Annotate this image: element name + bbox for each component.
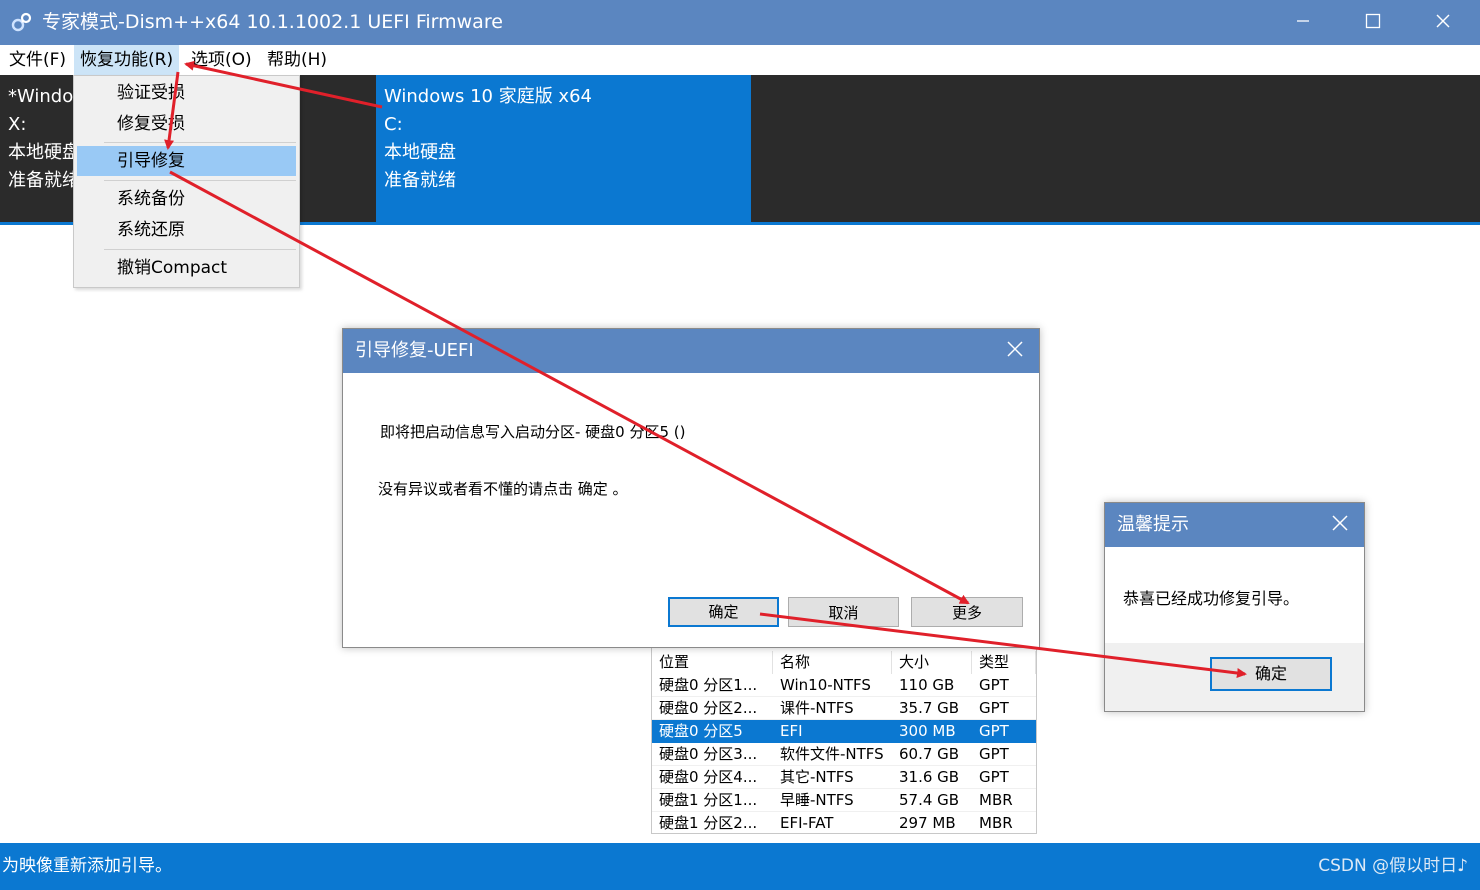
cell-name: 软件文件-NTFS	[780, 745, 884, 763]
menu-help[interactable]: 帮助(H)	[261, 45, 333, 75]
cell-type: GPT	[979, 699, 1009, 717]
table-row[interactable]: 硬盘1 分区2... EFI-FAT 297 MB MBR	[652, 812, 1036, 833]
success-dialog: 温馨提示 恭喜已经成功修复引导。 确定	[1104, 502, 1365, 712]
cell-name: 其它-NTFS	[780, 768, 854, 786]
menu-item-verify-damage[interactable]: 验证受损	[74, 78, 299, 108]
dialog-close-button[interactable]	[1318, 503, 1362, 547]
menu-item-undo-compact[interactable]: 撤销Compact	[74, 253, 299, 283]
cell-type: GPT	[979, 722, 1009, 740]
cell-size: 57.4 GB	[899, 791, 960, 809]
partition-table: 位置 名称 大小 类型 硬盘0 分区1... Win10-NTFS 110 GB GP…	[651, 647, 1037, 834]
cell-name: 早睡-NTFS	[780, 791, 854, 809]
cell-location: 硬盘0 分区3...	[659, 745, 758, 763]
status-bar: 为映像重新添加引导。 CSDN @假以时日♪	[0, 843, 1480, 890]
column-header-size[interactable]: 大小	[892, 651, 972, 674]
cell-location: 硬盘0 分区2...	[659, 699, 758, 717]
table-row[interactable]: 硬盘1 分区1... 早睡-NTFS 57.4 GB MBR	[652, 789, 1036, 812]
table-row[interactable]: 硬盘0 分区1... Win10-NTFS 110 GB GPT	[652, 674, 1036, 697]
cell-location: 硬盘1 分区1...	[659, 791, 758, 809]
minimize-icon	[1295, 13, 1311, 33]
table-row[interactable]: 硬盘0 分区5 EFI 300 MB GPT	[652, 720, 1036, 743]
more-button[interactable]: 更多	[911, 597, 1023, 627]
menu-item-system-backup[interactable]: 系统备份	[74, 184, 299, 214]
menu-separator	[104, 180, 296, 181]
system-status: 准备就绪	[8, 170, 80, 191]
menu-separator	[104, 142, 296, 143]
cell-name: Win10-NTFS	[780, 676, 871, 694]
menu-item-boot-repair[interactable]: 引导修复	[77, 146, 296, 176]
cell-size: 297 MB	[899, 814, 956, 832]
status-text: 为映像重新添加引导。	[2, 856, 172, 876]
cell-type: MBR	[979, 814, 1013, 832]
system-name: *Windo	[8, 86, 74, 107]
system-disk: 本地硬盘	[8, 142, 80, 163]
close-icon	[1435, 13, 1451, 33]
cell-location: 硬盘0 分区1...	[659, 676, 758, 694]
dialog-message-target: 即将把启动信息写入启动分区- 硬盘0 分区5 ()	[380, 423, 686, 441]
success-message: 恭喜已经成功修复引导。	[1123, 589, 1300, 608]
column-header-type[interactable]: 类型	[972, 651, 1036, 674]
watermark: CSDN @假以时日♪	[1318, 856, 1468, 876]
system-drive: X:	[8, 114, 27, 135]
title-bar: 专家模式-Dism++x64 10.1.1002.1 UEFI Firmware	[0, 0, 1480, 45]
maximize-icon	[1365, 13, 1381, 33]
menu-options[interactable]: 选项(O)	[185, 45, 258, 75]
menu-recovery[interactable]: 恢复功能(R)	[74, 45, 180, 75]
cell-size: 35.7 GB	[899, 699, 960, 717]
app-logo-icon	[10, 10, 34, 34]
cell-name: EFI-FAT	[780, 814, 834, 832]
system-disk: 本地硬盘	[384, 142, 456, 163]
cell-name: 课件-NTFS	[780, 699, 854, 717]
system-name: Windows 10 家庭版 x64	[384, 86, 592, 107]
close-icon	[1331, 514, 1349, 536]
cancel-button[interactable]: 取消	[788, 597, 899, 627]
cell-name: EFI	[780, 722, 803, 740]
close-button[interactable]	[1408, 0, 1478, 45]
cell-type: MBR	[979, 791, 1013, 809]
dialog-message-confirm: 没有异议或者看不懂的请点击 确定 。	[378, 480, 628, 498]
column-header-name[interactable]: 名称	[773, 651, 892, 674]
menu-item-system-restore[interactable]: 系统还原	[74, 215, 299, 245]
ok-button[interactable]: 确定	[668, 597, 779, 627]
table-header: 位置 名称 大小 类型	[652, 651, 1036, 674]
recovery-menu: 验证受损 修复受损 引导修复 系统备份 系统还原 撤销Compact	[73, 75, 300, 288]
maximize-button[interactable]	[1338, 0, 1408, 45]
cell-location: 硬盘0 分区5	[659, 722, 743, 740]
cell-size: 31.6 GB	[899, 768, 960, 786]
menu-bar: 文件(F) 恢复功能(R) 选项(O) 帮助(H)	[0, 45, 1480, 76]
table-row[interactable]: 硬盘0 分区4... 其它-NTFS 31.6 GB GPT	[652, 766, 1036, 789]
system-status: 准备就绪	[384, 170, 456, 191]
cell-location: 硬盘1 分区2...	[659, 814, 758, 832]
success-ok-button[interactable]: 确定	[1210, 657, 1332, 691]
cell-type: GPT	[979, 676, 1009, 694]
dialog-close-button[interactable]	[993, 329, 1037, 373]
system-card-selected[interactable]: Windows 10 家庭版 x64 C: 本地硬盘 准备就绪	[376, 75, 751, 223]
menu-file[interactable]: 文件(F)	[3, 45, 72, 75]
column-header-location[interactable]: 位置	[652, 651, 773, 674]
system-drive: C:	[384, 114, 403, 135]
cell-size: 110 GB	[899, 676, 955, 694]
cell-size: 300 MB	[899, 722, 956, 740]
cell-location: 硬盘0 分区4...	[659, 768, 758, 786]
close-icon	[1006, 340, 1024, 362]
cell-type: GPT	[979, 768, 1009, 786]
menu-item-repair-damage[interactable]: 修复受损	[74, 109, 299, 139]
window-title: 专家模式-Dism++x64 10.1.1002.1 UEFI Firmware	[42, 11, 503, 33]
table-row[interactable]: 硬盘0 分区3... 软件文件-NTFS 60.7 GB GPT	[652, 743, 1036, 766]
boot-repair-dialog: 引导修复-UEFI 即将把启动信息写入启动分区- 硬盘0 分区5 () 没有异议…	[342, 328, 1040, 648]
cell-size: 60.7 GB	[899, 745, 960, 763]
minimize-button[interactable]	[1268, 0, 1338, 45]
cell-type: GPT	[979, 745, 1009, 763]
table-row[interactable]: 硬盘0 分区2... 课件-NTFS 35.7 GB GPT	[652, 697, 1036, 720]
dialog-title: 引导修复-UEFI	[343, 329, 1039, 373]
menu-separator	[104, 249, 296, 250]
